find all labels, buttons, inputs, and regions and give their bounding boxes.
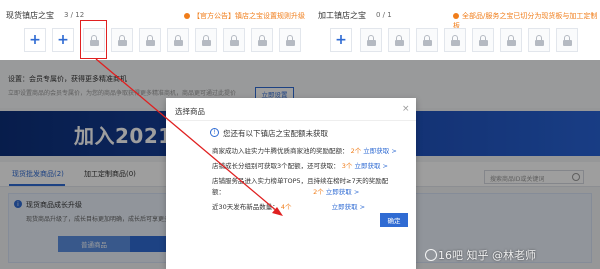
watermark: 16吧 知乎 @林老师 — [438, 249, 536, 262]
annotation-arrow — [95, 58, 283, 216]
watermark-logo-icon — [425, 249, 437, 261]
